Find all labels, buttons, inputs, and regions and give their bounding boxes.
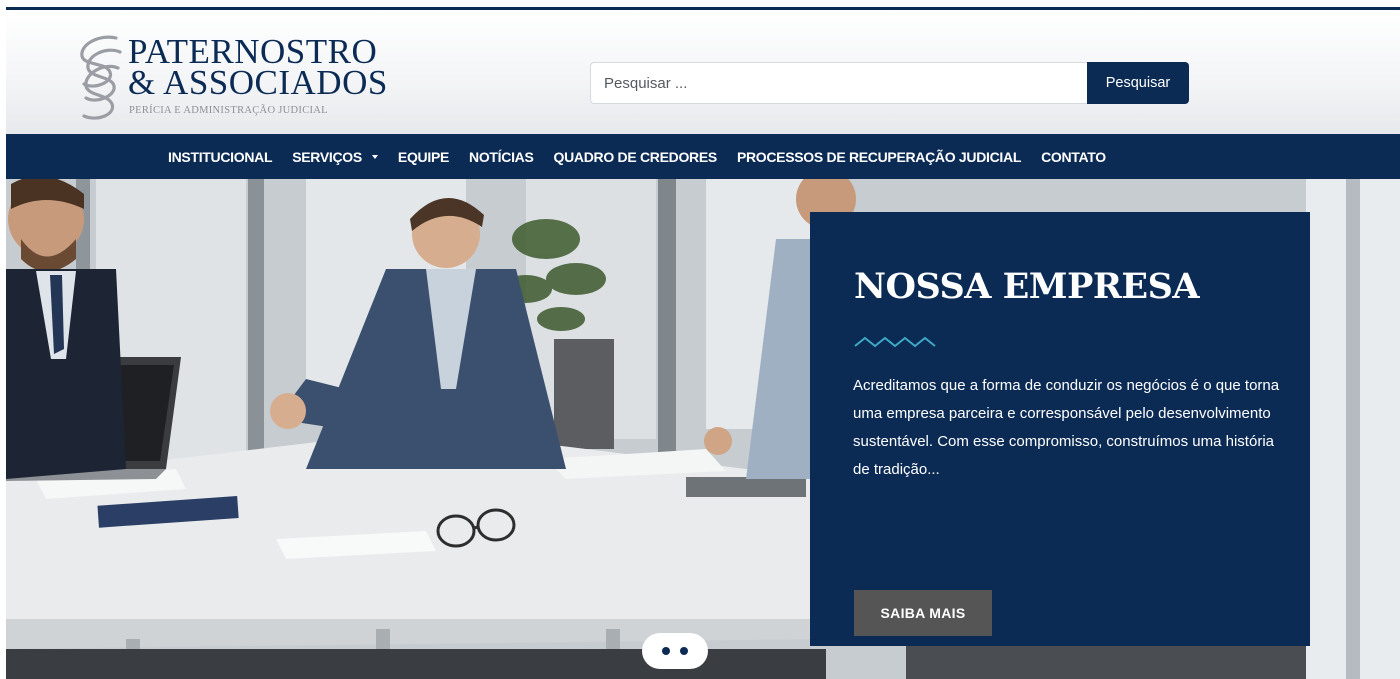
nav-item-label: QUADRO DE CREDORES xyxy=(553,148,718,165)
logo-title-line2: & ASSOCIADOS xyxy=(128,63,388,102)
nav-item-servicos[interactable]: SERVIÇOS xyxy=(292,149,378,165)
search-form: Pesquisar xyxy=(590,62,1190,104)
logo-tagline: PERÍCIA E ADMINISTRAÇÃO JUDICIAL xyxy=(129,105,328,116)
nav-item-processos[interactable]: PROCESSOS DE RECUPERAÇÃO JUDICIAL xyxy=(737,149,1021,165)
slider-pagination xyxy=(642,633,708,669)
search-input[interactable] xyxy=(590,62,1088,104)
intertwined-loops-icon xyxy=(80,35,122,120)
nav-item-label: EQUIPE xyxy=(397,148,450,165)
top-border xyxy=(0,0,1400,10)
saiba-mais-button[interactable]: SAIBA MAIS xyxy=(854,590,992,636)
nav-item-quadro-de-credores[interactable]: QUADRO DE CREDORES xyxy=(553,148,718,165)
search-button[interactable]: Pesquisar xyxy=(1087,62,1189,104)
site-header: PATERNOSTRO & ASSOCIADOS PERÍCIA E ADMIN… xyxy=(6,10,1400,134)
nav-item-contato[interactable]: CONTATO xyxy=(1041,149,1106,165)
nav-item-label: SERVIÇOS xyxy=(292,148,362,165)
hero-description: Acreditamos que a forma de conduzir os n… xyxy=(853,377,1280,478)
slide-dot-2[interactable] xyxy=(680,647,688,655)
nav-item-equipe[interactable]: EQUIPE xyxy=(398,149,449,165)
nav-item-noticias[interactable]: NOTÍCIAS xyxy=(469,149,534,165)
wave-icon xyxy=(854,336,936,348)
nav-item-label: INSTITUCIONAL xyxy=(168,148,273,165)
nav-menu: INSTITUCIONAL SERVIÇOS EQUIPE NOTÍCIAS Q… xyxy=(168,134,1126,179)
nav-item-institucional[interactable]: INSTITUCIONAL xyxy=(168,148,273,165)
hero-slider: NOSSA EMPRESA Acreditamos que a forma de… xyxy=(6,179,1400,679)
site-logo[interactable]: PATERNOSTRO & ASSOCIADOS PERÍCIA E ADMIN… xyxy=(72,32,392,122)
nav-item-label: NOTÍCIAS xyxy=(469,148,534,165)
nav-item-label: PROCESSOS DE RECUPERAÇÃO JUDICIAL xyxy=(736,148,1022,165)
hero-title: NOSSA EMPRESA xyxy=(854,266,1200,307)
nav-item-label: CONTATO xyxy=(1041,148,1106,165)
slide-dot-1[interactable] xyxy=(662,647,670,655)
caret-down-icon xyxy=(371,155,378,159)
hero-card: NOSSA EMPRESA Acreditamos que a forma de… xyxy=(810,212,1310,646)
main-navigation: INSTITUCIONAL SERVIÇOS EQUIPE NOTÍCIAS Q… xyxy=(6,134,1400,179)
